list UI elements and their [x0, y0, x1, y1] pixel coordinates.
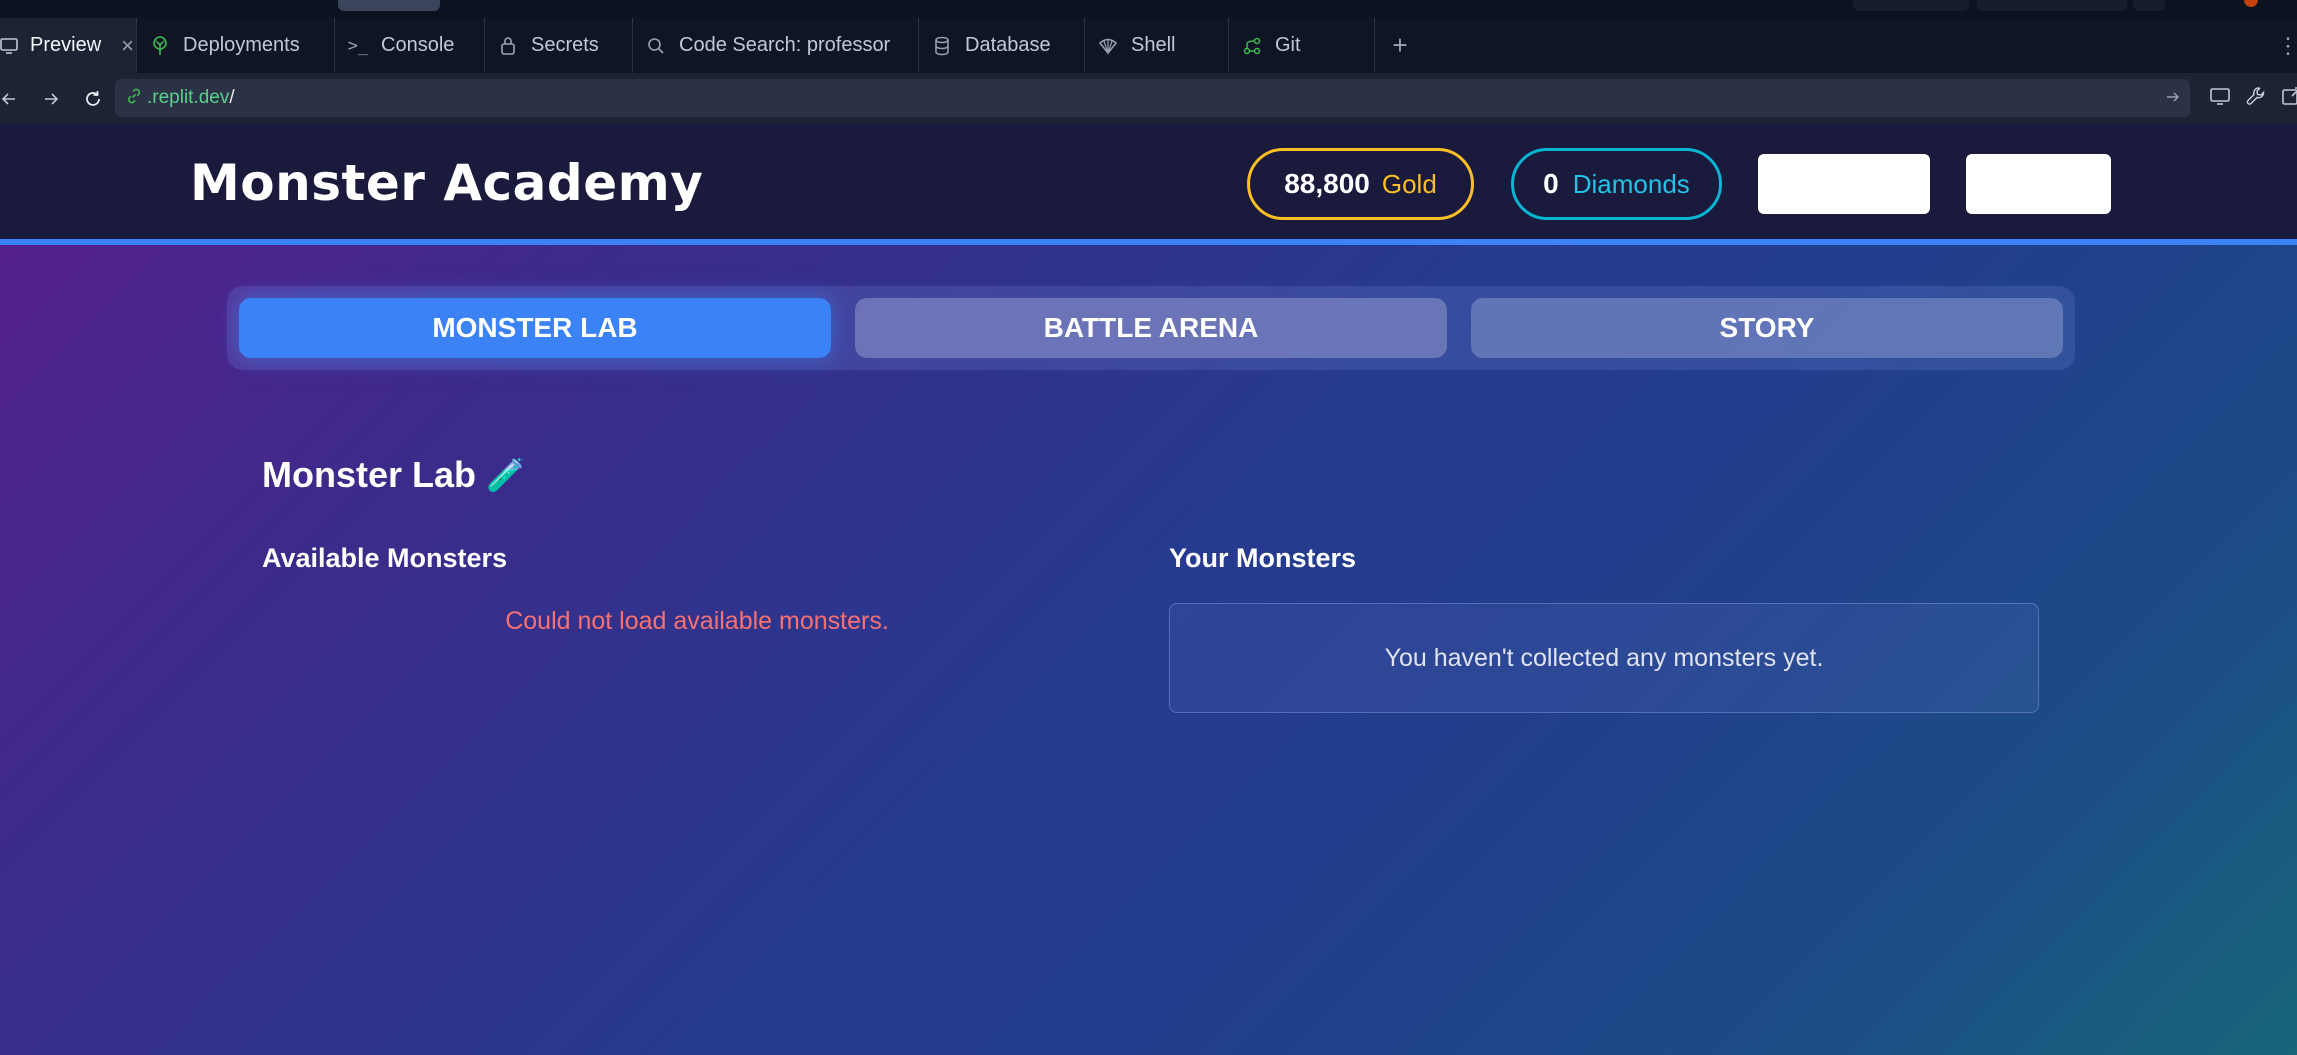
- tab-label: Code Search: professor: [679, 34, 891, 56]
- workspace-tab-bar: Preview × Deployments >_ Console Secrets…: [0, 18, 2297, 74]
- app-brand[interactable]: Monster Academy: [190, 154, 703, 212]
- lock-icon: [497, 35, 519, 57]
- page-title-text: Monster Lab: [262, 454, 477, 495]
- tab-monster-lab[interactable]: MONSTER LAB: [239, 298, 831, 358]
- link-icon: [125, 87, 143, 110]
- url-input[interactable]: .replit.dev /: [115, 79, 2190, 117]
- database-icon: [931, 35, 953, 57]
- reload-icon[interactable]: [76, 82, 110, 116]
- forward-arrow-icon[interactable]: [34, 82, 68, 116]
- go-arrow-icon[interactable]: [2166, 88, 2180, 109]
- tab-preview[interactable]: Preview ×: [0, 18, 137, 73]
- header-button-1[interactable]: [1758, 154, 1930, 214]
- add-tab-button[interactable]: +: [1375, 18, 1425, 73]
- app-preview: Monster Academy 88,800 Gold 0 Diamonds M…: [0, 124, 2297, 1055]
- tab-label: Preview: [30, 34, 102, 56]
- empty-state-text: You haven't collected any monsters yet.: [1384, 643, 1824, 672]
- diamond-unit: Diamonds: [1572, 168, 1690, 199]
- top-control[interactable]: [1977, 0, 2127, 11]
- main-nav: MONSTER LAB BATTLE ARENA STORY: [227, 286, 2075, 370]
- tab-label: Database: [965, 34, 1051, 56]
- url-host: .replit.dev: [147, 87, 230, 108]
- your-monsters-empty-state: You haven't collected any monsters yet.: [1169, 603, 2039, 713]
- tab-console[interactable]: >_ Console: [335, 18, 485, 73]
- tab-label: Deployments: [183, 34, 300, 56]
- tab-label: Console: [381, 34, 455, 56]
- your-monsters-heading: Your Monsters: [1169, 543, 1357, 573]
- top-control[interactable]: [1853, 0, 1969, 11]
- tab-secrets[interactable]: Secrets: [485, 18, 633, 73]
- git-icon: [1241, 35, 1263, 57]
- shell-icon: [1097, 35, 1119, 57]
- notification-dot: [2244, 0, 2258, 7]
- tab-database[interactable]: Database: [919, 18, 1085, 73]
- search-icon: [645, 35, 667, 57]
- wrench-icon[interactable]: [2245, 85, 2267, 113]
- deploy-icon: [149, 35, 171, 57]
- tab-shell[interactable]: Shell: [1085, 18, 1229, 73]
- gold-balance: 88,800 Gold: [1247, 148, 1474, 220]
- tab-label: Secrets: [531, 34, 599, 56]
- gold-amount: 88,800: [1284, 168, 1370, 199]
- devices-icon[interactable]: [2209, 86, 2231, 112]
- tab-git[interactable]: Git: [1229, 18, 1375, 73]
- address-bar-row: .replit.dev /: [0, 74, 2297, 124]
- tab-code-search[interactable]: Code Search: professor: [633, 18, 919, 73]
- back-arrow-icon[interactable]: [0, 82, 26, 116]
- terminal-icon: >_: [347, 35, 369, 56]
- tab-battle-arena[interactable]: BATTLE ARENA: [855, 298, 1447, 358]
- tab-deployments[interactable]: Deployments: [137, 18, 335, 73]
- open-external-icon[interactable]: [2281, 85, 2297, 113]
- available-monsters-error: Could not load available monsters.: [505, 607, 889, 635]
- tab-story[interactable]: STORY: [1471, 298, 2063, 358]
- header-button-2[interactable]: [1966, 154, 2111, 214]
- tab-label: Git: [1275, 34, 1301, 56]
- url-path: /: [229, 87, 235, 108]
- available-monsters-heading: Available Monsters: [262, 543, 508, 573]
- app-header: Monster Academy 88,800 Gold 0 Diamonds: [0, 124, 2297, 245]
- address-bar-actions: [2209, 74, 2297, 124]
- monitor-icon: [0, 35, 18, 57]
- tab-label: Shell: [1131, 34, 1176, 56]
- window-handle[interactable]: [338, 0, 440, 11]
- top-control[interactable]: [2133, 0, 2165, 11]
- gold-unit: Gold: [1381, 168, 1437, 199]
- more-icon[interactable]: ⋮: [2277, 18, 2297, 74]
- diamond-amount: 0: [1543, 168, 1559, 199]
- diamond-balance: 0 Diamonds: [1511, 148, 1722, 220]
- window-top-strip: [0, 0, 2297, 18]
- page-title: Monster Lab 🧪: [262, 454, 526, 496]
- close-icon[interactable]: ×: [121, 33, 134, 59]
- test-tube-icon: 🧪: [486, 456, 526, 494]
